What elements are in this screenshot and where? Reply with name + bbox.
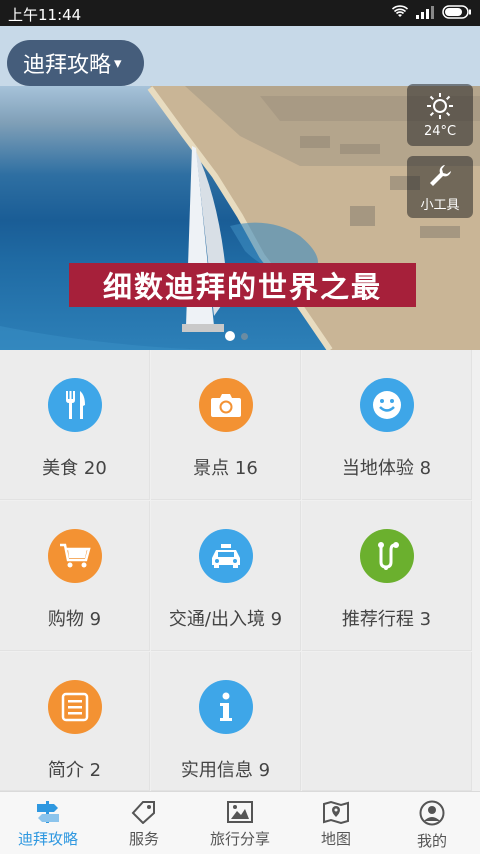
category-label: 实用信息 9: [180, 760, 271, 781]
route-icon: [377, 542, 399, 570]
cart-icon: [59, 543, 91, 568]
category-label: 购物 9: [47, 609, 102, 630]
user-icon: [419, 800, 445, 826]
info-icon: [219, 692, 232, 721]
category-label: 当地体验 8: [341, 458, 432, 479]
hero-carousel[interactable]: 迪拜攻略 ▾ 24°C 小工具 细数迪拜的世界之最: [0, 26, 480, 350]
category-label: 推荐行程 3: [341, 609, 432, 630]
fork-knife-icon: [65, 391, 85, 419]
wrench-icon: [430, 164, 451, 186]
category-icon-bg: [47, 680, 102, 734]
nav-item-map[interactable]: 地图: [288, 792, 384, 854]
category-label: 简介 2: [47, 760, 102, 781]
bottom-nav: 迪拜攻略 服务 旅行分享 地图 我的: [0, 791, 480, 854]
category-icon-bg: [359, 529, 414, 583]
category-icon-bg: [198, 378, 253, 432]
category-label: 景点 16: [193, 458, 258, 479]
category-sights[interactable]: 景点 16: [151, 350, 301, 500]
category-label: 交通/出入境 9: [168, 609, 283, 630]
tools-label: 小工具: [420, 197, 460, 213]
status-time: 上午11:44: [8, 6, 82, 24]
weather-button[interactable]: 24°C: [407, 84, 473, 146]
category-practical-info[interactable]: 实用信息 9: [151, 652, 301, 791]
camera-icon: [210, 394, 241, 417]
category-icon-bg: [359, 378, 414, 432]
taxi-icon: [211, 544, 240, 568]
hero-banner-title[interactable]: 细数迪拜的世界之最: [69, 263, 416, 307]
category-shopping[interactable]: 购物 9: [0, 501, 150, 651]
tools-button[interactable]: 小工具: [407, 156, 473, 218]
city-selector-button[interactable]: 迪拜攻略 ▾: [7, 40, 144, 86]
weather-temp: 24°C: [423, 123, 457, 139]
category-label: 美食 20: [42, 458, 107, 479]
nav-item-travel-share[interactable]: 旅行分享: [192, 792, 288, 854]
nav-label: 服务: [128, 830, 159, 848]
document-icon: [61, 692, 88, 722]
map-icon: [323, 800, 349, 824]
carousel-dot-active[interactable]: [225, 331, 235, 341]
category-grid: 美食 20 景点 16 当地体验 8 购物 9 交通/出入境 9 推荐行程 3 …: [0, 350, 480, 791]
chevron-down-icon: ▾: [114, 54, 122, 72]
category-food[interactable]: 美食 20: [0, 350, 150, 500]
battery-icon: [442, 5, 471, 19]
nav-label: 迪拜攻略: [17, 830, 78, 848]
tag-icon: [131, 801, 155, 824]
nav-label: 地图: [320, 830, 351, 848]
category-empty: [302, 652, 472, 791]
category-icon-bg: [198, 680, 253, 734]
nav-label: 旅行分享: [209, 830, 270, 848]
nav-item-services[interactable]: 服务: [96, 792, 192, 854]
nav-item-mine[interactable]: 我的: [384, 792, 480, 854]
status-icons: [392, 5, 472, 19]
sun-icon: [427, 92, 453, 119]
category-icon-bg: [47, 529, 102, 583]
picture-icon: [227, 801, 253, 823]
category-icon-bg: [198, 529, 253, 583]
smiley-icon: [372, 391, 401, 419]
signal-icon: [416, 5, 434, 19]
signpost-icon: [37, 801, 59, 823]
status-bar: 上午11:44: [0, 0, 480, 26]
nav-label: 我的: [416, 832, 447, 850]
category-itinerary[interactable]: 推荐行程 3: [302, 501, 472, 651]
city-label: 迪拜攻略: [23, 53, 112, 78]
category-icon-bg: [47, 378, 102, 432]
category-intro[interactable]: 简介 2: [0, 652, 150, 791]
wifi-icon: [392, 5, 408, 17]
category-local-experience[interactable]: 当地体验 8: [302, 350, 472, 500]
category-transport[interactable]: 交通/出入境 9: [151, 501, 301, 651]
carousel-dot[interactable]: [241, 333, 248, 340]
nav-item-guide[interactable]: 迪拜攻略: [0, 792, 96, 854]
